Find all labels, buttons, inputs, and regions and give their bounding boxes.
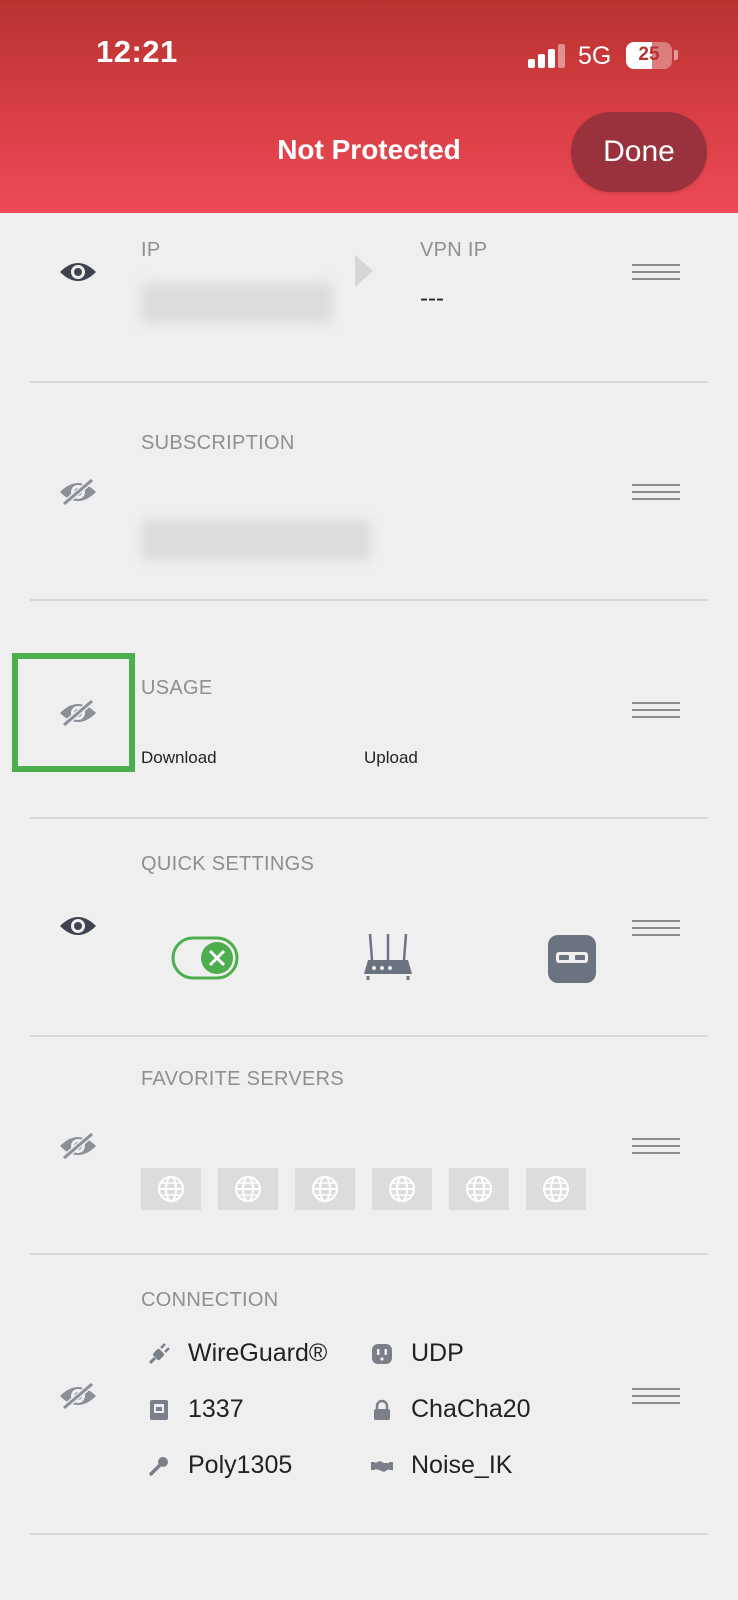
connection-label: CONNECTION bbox=[141, 1289, 279, 1311]
globe-icon bbox=[312, 1176, 338, 1202]
plug-icon bbox=[148, 1343, 170, 1365]
port-value: 1337 bbox=[188, 1395, 244, 1423]
drag-handle-icon[interactable] bbox=[632, 484, 680, 502]
auth-value: Poly1305 bbox=[188, 1451, 293, 1479]
globe-icon bbox=[543, 1176, 569, 1202]
vpn-ip-label: VPN IP bbox=[420, 239, 488, 261]
eye-slash-icon[interactable] bbox=[58, 1131, 98, 1161]
favorite-server-slot[interactable] bbox=[526, 1168, 586, 1210]
key-icon bbox=[149, 1457, 168, 1476]
drag-handle-icon[interactable] bbox=[632, 920, 680, 938]
globe-icon bbox=[158, 1176, 184, 1202]
battery-level: 25 bbox=[638, 44, 660, 65]
favorite-servers-label: FAVORITE SERVERS bbox=[141, 1068, 345, 1090]
stealth-mode-icon[interactable] bbox=[548, 935, 596, 983]
drag-handle-icon[interactable] bbox=[632, 1388, 680, 1406]
eye-slash-icon[interactable] bbox=[58, 477, 98, 507]
highlight-box bbox=[12, 653, 135, 772]
drag-handle-icon[interactable] bbox=[632, 702, 680, 720]
kill-switch-toggle[interactable] bbox=[171, 936, 239, 980]
connection-widget: CONNECTION WireGuard® UDP 1337 ChaCha20 … bbox=[0, 1255, 738, 1535]
network-type: 5G bbox=[578, 42, 612, 70]
eye-icon[interactable] bbox=[58, 911, 98, 941]
battery-icon: 25 bbox=[626, 42, 672, 69]
quick-settings-label: QUICK SETTINGS bbox=[141, 853, 315, 875]
subscription-widget: SUBSCRIPTION bbox=[0, 383, 738, 600]
signal-icon bbox=[528, 44, 566, 68]
divider bbox=[30, 1533, 708, 1535]
handshake-icon bbox=[371, 1461, 393, 1472]
transport-value: UDP bbox=[411, 1339, 464, 1367]
download-label: Download bbox=[141, 748, 217, 767]
favorite-server-slot[interactable] bbox=[295, 1168, 355, 1210]
protocol-value: WireGuard® bbox=[188, 1339, 328, 1367]
status-time: 12:21 bbox=[96, 34, 178, 69]
arrow-right-icon bbox=[355, 255, 373, 287]
favorite-server-slot[interactable] bbox=[218, 1168, 278, 1210]
outlet-icon bbox=[372, 1344, 392, 1364]
handshake-value: Noise_IK bbox=[411, 1451, 513, 1479]
cipher-value: ChaCha20 bbox=[411, 1395, 531, 1423]
globe-icon bbox=[389, 1176, 415, 1202]
subscription-label: SUBSCRIPTION bbox=[141, 432, 295, 454]
done-button[interactable]: Done bbox=[571, 112, 707, 192]
port-icon bbox=[150, 1400, 168, 1420]
drag-handle-icon[interactable] bbox=[632, 264, 680, 282]
eye-icon[interactable] bbox=[58, 257, 98, 287]
upload-label: Upload bbox=[364, 748, 418, 767]
router-icon[interactable] bbox=[362, 932, 414, 982]
vpn-ip-value: --- bbox=[420, 285, 444, 312]
favorite-servers-widget: FAVORITE SERVERS bbox=[0, 1037, 738, 1254]
usage-label: USAGE bbox=[141, 677, 213, 699]
favorite-server-slot[interactable] bbox=[372, 1168, 432, 1210]
ip-label: IP bbox=[141, 239, 161, 261]
globe-icon bbox=[466, 1176, 492, 1202]
lock-icon bbox=[374, 1399, 390, 1420]
header-bar: 12:21 5G 25 Not Protected Done bbox=[0, 0, 738, 213]
subscription-value-blurred bbox=[141, 520, 371, 560]
favorite-server-slot[interactable] bbox=[141, 1168, 201, 1210]
ip-value-blurred bbox=[141, 283, 333, 323]
ip-widget: IP VPN IP --- bbox=[0, 213, 738, 383]
globe-icon bbox=[235, 1176, 261, 1202]
eye-slash-icon[interactable] bbox=[58, 1381, 98, 1411]
favorite-server-slot[interactable] bbox=[449, 1168, 509, 1210]
drag-handle-icon[interactable] bbox=[632, 1138, 680, 1156]
quick-settings-widget: QUICK SETTINGS bbox=[0, 819, 738, 1036]
